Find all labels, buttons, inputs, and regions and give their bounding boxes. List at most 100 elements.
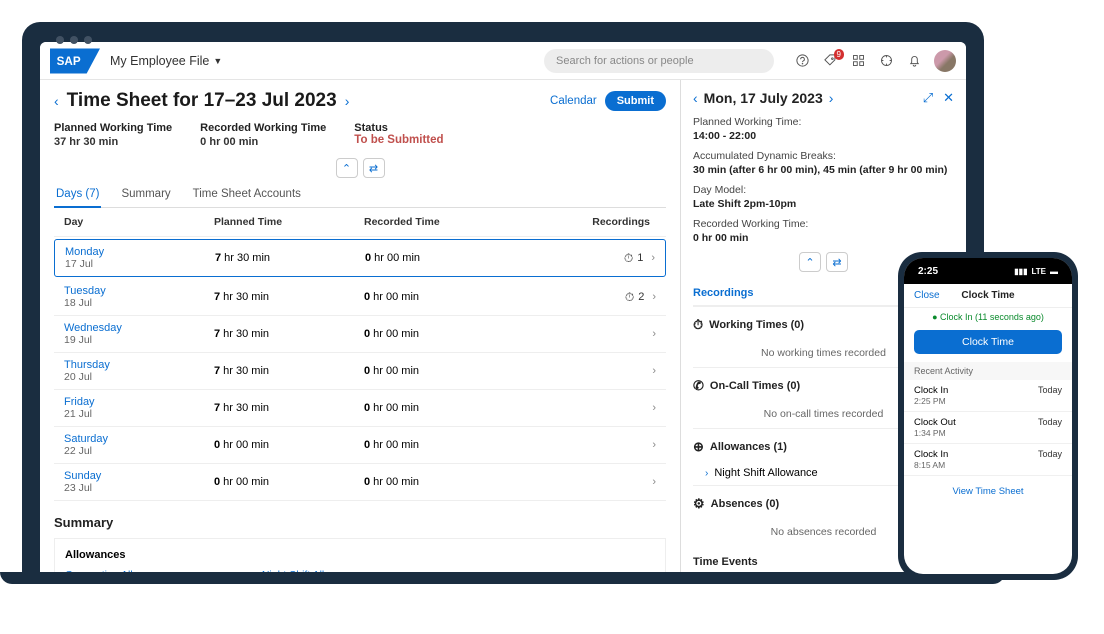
- right-title-row: ‹ Mon, 17 July 2023 › ⤢ ✕: [693, 90, 954, 106]
- activity-time: 1:34 PM: [914, 428, 956, 438]
- table-row[interactable]: Thursday20 Jul 7 hr 30 min 0 hr 00 min ›: [54, 353, 666, 390]
- activity-row[interactable]: Clock In8:15 AMToday: [904, 444, 1072, 476]
- day-name: Saturday: [64, 433, 214, 445]
- clock-icon: ⏱: [624, 251, 633, 266]
- stat-recorded: Recorded Working Time 0 hr 00 min: [200, 122, 326, 148]
- day-date: 19 Jul: [64, 334, 214, 346]
- clock-icon: ⏱: [625, 290, 634, 305]
- col-planned: Planned Time: [214, 216, 364, 228]
- activity-row[interactable]: Clock In2:25 PMToday: [904, 380, 1072, 412]
- signal-icon: ▮▮▮: [1014, 267, 1027, 276]
- window-dots: [56, 36, 92, 44]
- col-day: Day: [64, 216, 214, 228]
- help-icon[interactable]: [794, 53, 810, 69]
- collapse-icon[interactable]: ⌃: [799, 252, 821, 272]
- stat-label: Planned Working Time: [54, 122, 172, 134]
- table-row[interactable]: Tuesday18 Jul 7 hr 30 min 0 hr 00 min ⏱2…: [54, 279, 666, 316]
- info-label: Accumulated Dynamic Breaks:: [693, 150, 954, 162]
- day-date: 20 Jul: [64, 371, 214, 383]
- table-row[interactable]: Friday21 Jul 7 hr 30 min 0 hr 00 min ›: [54, 390, 666, 427]
- col-recorded: Recorded Time: [364, 216, 494, 228]
- collapse-icon[interactable]: ⌃: [336, 158, 358, 178]
- nav-my-employee-file[interactable]: My Employee File ▼: [110, 54, 222, 68]
- recorded-val: 0 hr 00 min: [364, 365, 494, 377]
- chevron-right-icon: ›: [652, 439, 656, 451]
- shuffle-icon[interactable]: ⇄: [363, 158, 385, 178]
- activity-when: Today: [1038, 385, 1062, 406]
- recorded-val: 0 hr 00 min: [364, 291, 494, 303]
- support-icon[interactable]: [878, 53, 894, 69]
- info-val: 30 min (after 6 hr 00 min), 45 min (afte…: [693, 164, 954, 176]
- stat-label: Status: [354, 122, 443, 134]
- tabs: Days (7) Summary Time Sheet Accounts: [54, 182, 666, 208]
- content: ‹ Time Sheet for 17–23 Jul 2023 › Calend…: [40, 80, 966, 582]
- tag-icon[interactable]: 9: [822, 53, 838, 69]
- activity-label: Clock Out: [914, 417, 956, 428]
- submit-button[interactable]: Submit: [605, 91, 666, 111]
- table-row[interactable]: Saturday22 Jul 0 hr 00 min 0 hr 00 min ›: [54, 427, 666, 464]
- close-button[interactable]: Close: [914, 290, 940, 301]
- expand-icon[interactable]: ⤢: [923, 90, 933, 106]
- shuffle-icon[interactable]: ⇄: [826, 252, 848, 272]
- info-label: Planned Working Time:: [693, 116, 954, 128]
- recs-cell: ›: [494, 328, 656, 340]
- money-icon: ⊕: [693, 439, 704, 455]
- allow-item-label: Night Shift Allowance: [714, 467, 817, 479]
- table-row[interactable]: Monday17 Jul 7 hr 30 min 0 hr 00 min ⏱1›: [54, 239, 666, 277]
- clock-status: Clock In (11 seconds ago): [904, 308, 1072, 326]
- table-row[interactable]: Wednesday19 Jul 7 hr 30 min 0 hr 00 min …: [54, 316, 666, 353]
- day-name: Wednesday: [64, 322, 214, 334]
- info-val: 0 hr 00 min: [693, 232, 954, 244]
- close-icon[interactable]: ✕: [943, 90, 954, 106]
- recs-cell: ⏱1›: [495, 251, 655, 266]
- next-day[interactable]: ›: [829, 90, 834, 106]
- stat-val: To be Submitted: [354, 134, 443, 146]
- oncall-label: On-Call Times (0): [710, 380, 800, 392]
- chevron-right-icon: ›: [652, 476, 656, 488]
- tab-days[interactable]: Days (7): [54, 182, 101, 208]
- table-row[interactable]: Sunday23 Jul 0 hr 00 min 0 hr 00 min ›: [54, 464, 666, 501]
- sap-logo[interactable]: SAP: [50, 48, 100, 74]
- chevron-right-icon: ›: [705, 468, 708, 479]
- chevron-right-icon: ›: [652, 328, 656, 340]
- stat-planned: Planned Working Time 37 hr 30 min: [54, 122, 172, 148]
- top-icons: 9: [794, 50, 956, 72]
- phone-screen: 2:25 ▮▮▮ LTE ▬ Close Clock Time Clock In…: [904, 258, 1072, 574]
- next-week[interactable]: ›: [345, 93, 350, 109]
- activity-row[interactable]: Clock Out1:34 PMToday: [904, 412, 1072, 444]
- clock-time-button[interactable]: Clock Time: [914, 330, 1062, 354]
- search-input[interactable]: [544, 49, 774, 73]
- view-timesheet-link[interactable]: View Time Sheet: [904, 476, 1072, 507]
- nav-label: My Employee File: [110, 54, 209, 68]
- activity-label: Clock In: [914, 385, 948, 396]
- day-date: 17 Jul: [65, 258, 215, 270]
- recordings-label: Recordings: [693, 287, 754, 299]
- recorded-val: 0 hr 00 min: [364, 328, 494, 340]
- table-body: Monday17 Jul 7 hr 30 min 0 hr 00 min ⏱1›…: [54, 239, 666, 501]
- allowances-label: Allowances (1): [710, 441, 787, 453]
- planned-val: 0 hr 00 min: [214, 439, 364, 451]
- caret-down-icon: ▼: [213, 56, 222, 66]
- recs-cell: ›: [494, 402, 656, 414]
- phone-title: Clock Time: [961, 290, 1014, 301]
- activity-when: Today: [1038, 449, 1062, 470]
- working-label: Working Times (0): [709, 319, 804, 331]
- tab-accounts[interactable]: Time Sheet Accounts: [191, 182, 303, 207]
- prev-day[interactable]: ‹: [693, 90, 698, 106]
- day-date: 23 Jul: [64, 482, 214, 494]
- prev-week[interactable]: ‹: [54, 93, 59, 109]
- day-date: 21 Jul: [64, 408, 214, 420]
- phone-frame: 2:25 ▮▮▮ LTE ▬ Close Clock Time Clock In…: [898, 252, 1078, 580]
- chevron-right-icon: ›: [652, 291, 656, 303]
- recs-count: 1: [637, 252, 643, 264]
- info-label: Recorded Working Time:: [693, 218, 954, 230]
- calendar-link[interactable]: Calendar: [550, 95, 597, 107]
- apps-icon[interactable]: [850, 53, 866, 69]
- avatar[interactable]: [934, 50, 956, 72]
- recorded-val: 0 hr 00 min: [364, 476, 494, 488]
- gear-icon: ⚙: [693, 496, 705, 512]
- chevron-right-icon: ›: [652, 365, 656, 377]
- tab-summary[interactable]: Summary: [119, 182, 172, 207]
- bell-icon[interactable]: [906, 53, 922, 69]
- recs-cell: ⏱2›: [494, 290, 656, 305]
